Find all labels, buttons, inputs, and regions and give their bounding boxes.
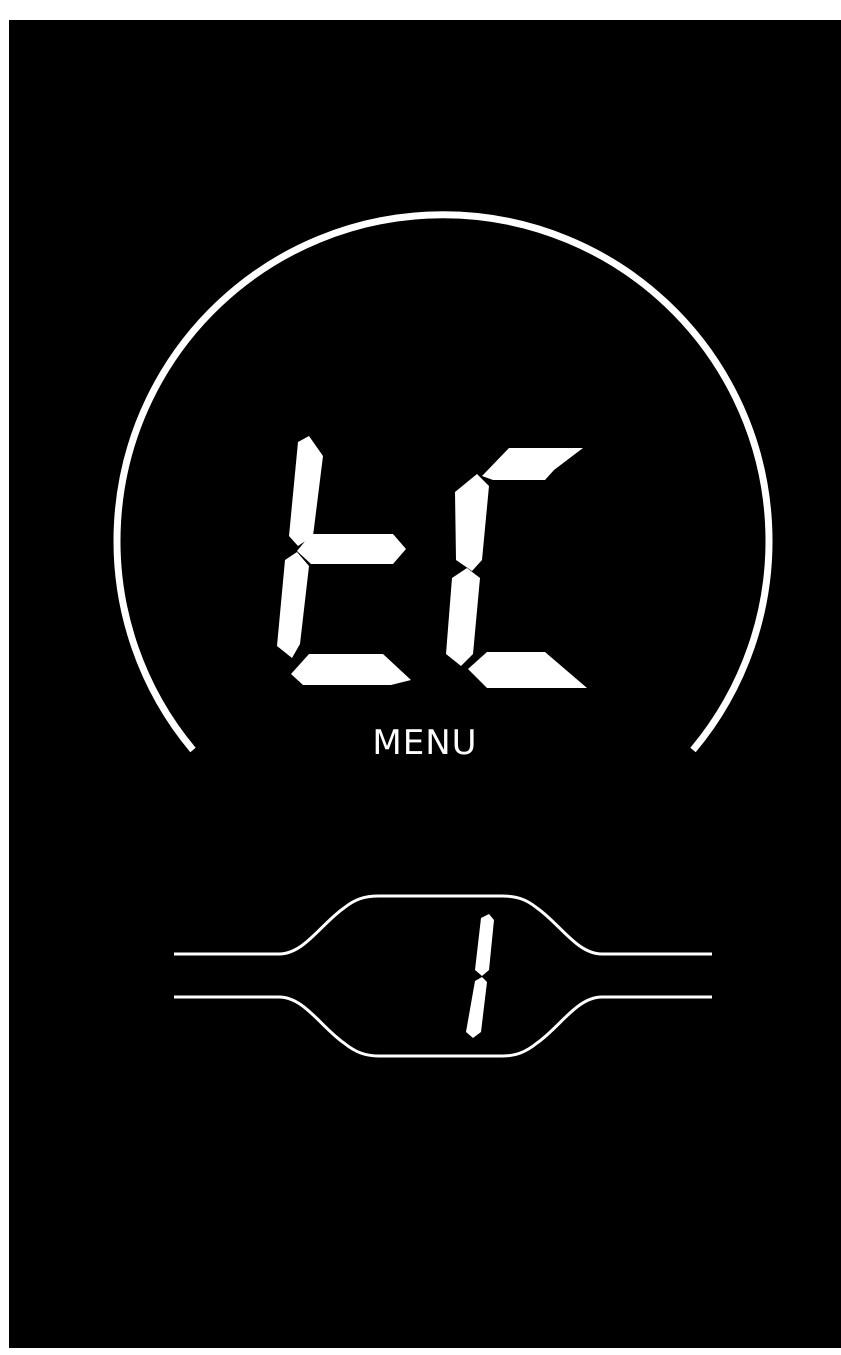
segment-t-middle: [297, 534, 406, 564]
frame-lower-line: [174, 995, 712, 1058]
main-readout: tC: [277, 436, 587, 688]
segment-t-lower: [277, 552, 309, 658]
segment-c-upper: [455, 474, 489, 571]
segment-c-lower: [446, 568, 480, 666]
speed-arc: [113, 211, 773, 753]
assist-level-digit: 1: [466, 914, 494, 1038]
segment-1-upper: [475, 914, 494, 976]
menu-label: MENU: [372, 723, 478, 763]
segment-1-lower: [466, 977, 487, 1038]
digit-t: [277, 436, 411, 685]
segment-t-upper: [289, 436, 323, 546]
assist-level-frame: [174, 894, 712, 1058]
lcd-display: tC: [9, 20, 841, 1348]
segment-t-bottom: [291, 654, 411, 685]
frame-upper-line: [174, 894, 712, 956]
segment-c-top: [482, 448, 583, 480]
segment-c-bottom: [468, 652, 587, 688]
lcd-graphics: tC 1: [113, 211, 773, 1058]
digit-c: [446, 448, 587, 688]
